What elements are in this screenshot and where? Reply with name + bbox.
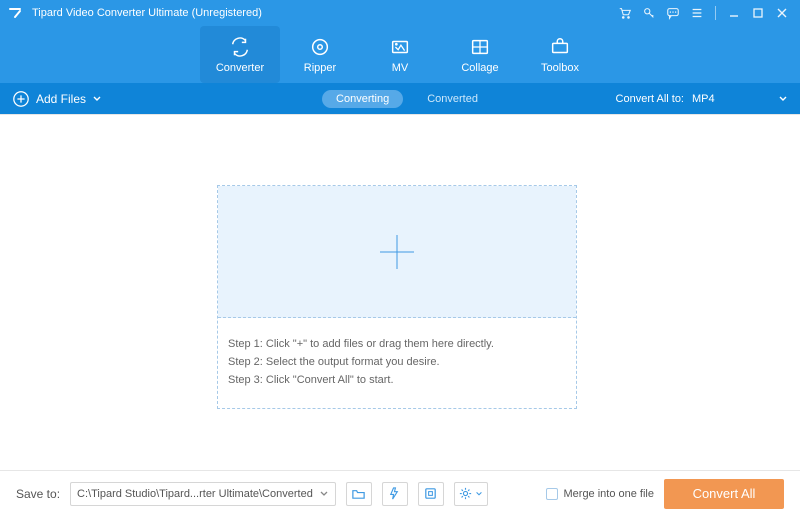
close-icon[interactable] <box>770 2 794 24</box>
maximize-icon[interactable] <box>746 2 770 24</box>
convert-all-to-label: Convert All to: <box>616 93 684 105</box>
tab-converter-label: Converter <box>216 62 264 74</box>
titlebar-separator <box>715 6 716 20</box>
convert-all-label: Convert All <box>693 486 756 501</box>
save-path-value: C:\Tipard Studio\Tipard...rter Ultimate\… <box>77 488 313 500</box>
app-logo-icon <box>6 4 24 22</box>
add-files-label: Add Files <box>36 92 86 106</box>
merge-checkbox[interactable]: Merge into one file <box>546 488 655 500</box>
instructions: Step 1: Click "+" to add files or drag t… <box>218 318 576 408</box>
tab-collage-label: Collage <box>461 62 498 74</box>
enhance-button[interactable] <box>382 482 408 506</box>
tab-mv[interactable]: MV <box>360 26 440 83</box>
gpu-button[interactable] <box>418 482 444 506</box>
output-format-group: Convert All to: MP4 <box>616 93 788 105</box>
browse-folder-button[interactable] <box>346 482 372 506</box>
merge-label: Merge into one file <box>564 488 655 500</box>
status-converted[interactable]: Converted <box>427 93 478 105</box>
tab-collage[interactable]: Collage <box>440 26 520 83</box>
main-tabbar: Converter Ripper MV Collage Toolbox <box>0 26 800 83</box>
add-files-button[interactable]: Add Files <box>12 90 102 108</box>
save-path-field[interactable]: C:\Tipard Studio\Tipard...rter Ultimate\… <box>70 482 336 506</box>
subbar: Add Files Converting Converted Convert A… <box>0 83 800 114</box>
instruction-step-3: Step 3: Click "Convert All" to start. <box>228 374 566 386</box>
chevron-down-icon <box>475 490 483 498</box>
chevron-down-icon <box>92 94 102 104</box>
dropzone-add-area[interactable] <box>218 186 576 318</box>
workspace: Step 1: Click "+" to add files or drag t… <box>0 114 800 470</box>
key-icon[interactable] <box>637 2 661 24</box>
tab-toolbox-label: Toolbox <box>541 62 579 74</box>
save-to-label: Save to: <box>16 487 60 501</box>
tab-toolbox[interactable]: Toolbox <box>520 26 600 83</box>
status-tabs: Converting Converted <box>322 90 478 108</box>
bottombar: Save to: C:\Tipard Studio\Tipard...rter … <box>0 470 800 516</box>
tab-converter[interactable]: Converter <box>200 26 280 83</box>
plus-icon <box>380 235 414 269</box>
feedback-icon[interactable] <box>661 2 685 24</box>
tab-ripper[interactable]: Ripper <box>280 26 360 83</box>
chevron-down-icon <box>319 489 329 499</box>
convert-all-button[interactable]: Convert All <box>664 479 784 509</box>
app-title: Tipard Video Converter Ultimate (Unregis… <box>32 7 262 19</box>
status-converting[interactable]: Converting <box>322 90 403 108</box>
tab-mv-label: MV <box>392 62 409 74</box>
titlebar: Tipard Video Converter Ultimate (Unregis… <box>0 0 800 26</box>
instruction-step-2: Step 2: Select the output format you des… <box>228 356 566 368</box>
output-format-select[interactable]: MP4 <box>692 93 788 105</box>
menu-icon[interactable] <box>685 2 709 24</box>
tab-ripper-label: Ripper <box>304 62 336 74</box>
checkbox-icon <box>546 488 558 500</box>
output-format-value: MP4 <box>692 93 715 105</box>
minimize-icon[interactable] <box>722 2 746 24</box>
chevron-down-icon <box>778 94 788 104</box>
cart-icon[interactable] <box>613 2 637 24</box>
instruction-step-1: Step 1: Click "+" to add files or drag t… <box>228 338 566 350</box>
settings-button[interactable] <box>454 482 488 506</box>
dropzone: Step 1: Click "+" to add files or drag t… <box>217 185 577 409</box>
